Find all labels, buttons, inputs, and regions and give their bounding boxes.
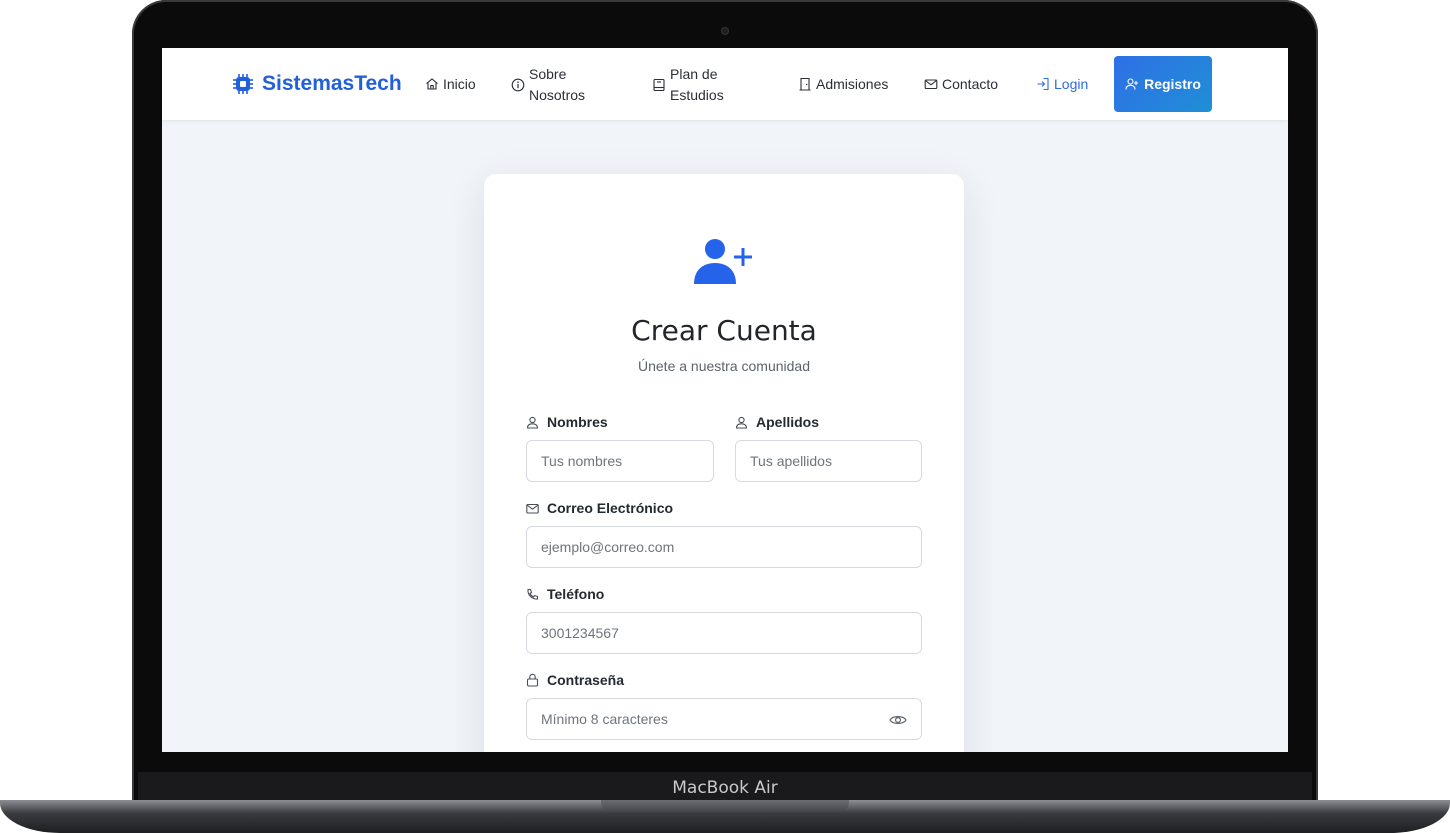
contrasena-label-text: Contraseña <box>547 672 625 688</box>
laptop-notch <box>601 800 849 812</box>
nav-sobre-line1: Sobre <box>529 66 567 82</box>
nav-contacto[interactable]: Contacto <box>924 76 998 92</box>
brand-name: SistemasTech <box>262 72 402 95</box>
nav-admisiones[interactable]: Admisiones <box>798 76 888 92</box>
nav-inicio-label: Inicio <box>443 76 476 92</box>
correo-label-text: Correo Electrónico <box>547 500 674 516</box>
telefono-placeholder: 3001234567 <box>541 625 619 641</box>
nav-plan-estudios[interactable]: Plan de Estudios <box>652 64 724 106</box>
chip-icon <box>233 74 253 94</box>
telefono-label-text: Teléfono <box>547 586 605 602</box>
door-icon <box>799 77 811 91</box>
apellidos-label: Apellidos <box>735 414 819 430</box>
nav-login-label: Login <box>1054 76 1089 92</box>
nav-login[interactable]: Login <box>1036 76 1088 92</box>
nav-sobre-line2: Nosotros <box>529 87 586 103</box>
camera-dot <box>721 27 729 35</box>
contrasena-input[interactable]: Mínimo 8 caracteres <box>526 698 922 740</box>
contrasena-placeholder: Mínimo 8 caracteres <box>541 711 668 727</box>
phone-icon <box>527 588 539 600</box>
telefono-label: Teléfono <box>526 586 604 602</box>
correo-label: Correo Electrónico <box>526 500 673 516</box>
nombres-label-text: Nombres <box>547 414 608 430</box>
envelope-icon <box>526 503 539 514</box>
eye-icon[interactable] <box>889 711 907 729</box>
apellidos-placeholder: Tus apellidos <box>750 453 832 469</box>
telefono-input[interactable]: 3001234567 <box>526 612 922 654</box>
info-icon <box>511 78 525 92</box>
brand-logo[interactable]: SistemasTech <box>232 72 402 96</box>
book-icon <box>653 78 665 92</box>
registro-button-label: Registro <box>1144 76 1201 92</box>
user-icon <box>735 416 748 429</box>
user-plus-icon <box>694 239 752 284</box>
apellidos-label-text: Apellidos <box>756 414 820 430</box>
nombres-label: Nombres <box>526 414 608 430</box>
registro-button[interactable]: Registro <box>1114 56 1212 112</box>
nav-contacto-label: Contacto <box>942 76 999 92</box>
correo-placeholder: ejemplo@correo.com <box>541 539 675 555</box>
home-icon <box>426 78 438 90</box>
login-icon <box>1037 77 1049 91</box>
correo-input[interactable]: ejemplo@correo.com <box>526 526 922 568</box>
browser-viewport: SistemasTech Inicio Sobre Nosotros Plan d… <box>162 48 1288 752</box>
user-plus-icon <box>1125 78 1139 90</box>
device-label: MacBook Air <box>672 778 778 798</box>
lock-icon <box>526 673 539 687</box>
nombres-placeholder: Tus nombres <box>541 453 623 469</box>
nav-plan-line2: Estudios <box>670 87 724 103</box>
envelope-icon <box>924 79 938 90</box>
apellidos-input[interactable]: Tus apellidos <box>735 440 922 482</box>
user-icon <box>526 416 539 429</box>
page-subtitle: Únete a nuestra comunidad <box>638 358 810 374</box>
nav-admisiones-label: Admisiones <box>816 76 889 92</box>
page-title: Crear Cuenta <box>631 314 817 347</box>
nav-inicio[interactable]: Inicio <box>425 76 476 92</box>
nav-plan-line1: Plan de <box>670 66 718 82</box>
register-card: Crear Cuenta Únete a nuestra comunidad N… <box>484 174 964 752</box>
navbar: SistemasTech Inicio Sobre Nosotros Plan d… <box>162 48 1288 120</box>
nombres-input[interactable]: Tus nombres <box>526 440 714 482</box>
contrasena-label: Contraseña <box>526 672 624 688</box>
nav-sobre-nosotros[interactable]: Sobre Nosotros <box>511 64 585 106</box>
